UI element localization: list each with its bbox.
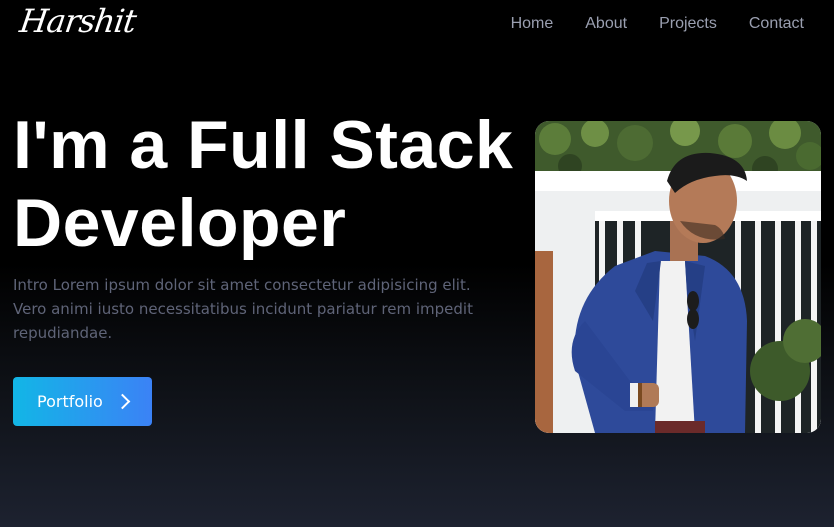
hero-title-line-2: Developer — [13, 185, 347, 261]
logo[interactable]: Harshit — [17, 2, 138, 40]
nav-links: Home About Projects Contact — [511, 15, 804, 33]
hero-title-line-1: I'm a Full Stack — [13, 107, 514, 183]
portfolio-button[interactable]: Portfolio — [13, 377, 152, 426]
hero-title: I'm a Full Stack Developer — [13, 106, 513, 262]
chevron-right-icon — [114, 393, 131, 410]
hero-intro-text: Intro Lorem ipsum dolor sit amet consect… — [13, 276, 473, 342]
nav-link-about[interactable]: About — [585, 15, 627, 33]
nav-link-home[interactable]: Home — [511, 15, 554, 33]
nav-link-contact[interactable]: Contact — [749, 15, 804, 33]
nav-link-projects[interactable]: Projects — [659, 15, 717, 33]
profile-photo-illustration — [535, 121, 821, 433]
portfolio-button-label: Portfolio — [37, 392, 103, 411]
navbar: Harshit Home About Projects Contact — [0, 0, 834, 50]
profile-photo — [535, 121, 821, 433]
